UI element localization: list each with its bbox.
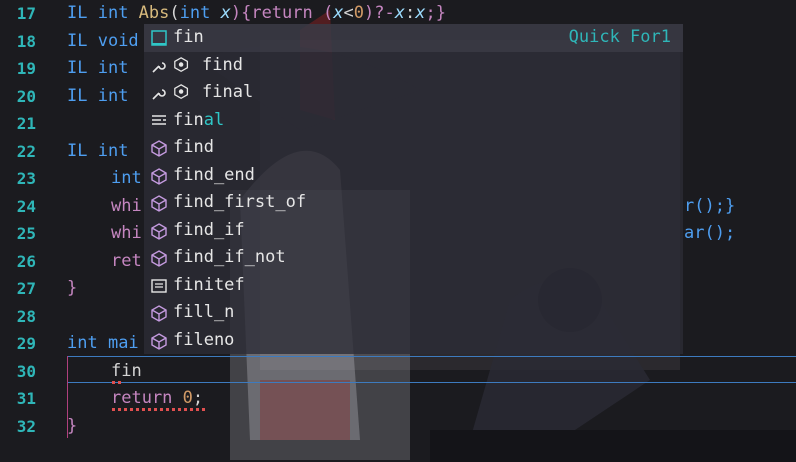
suggestion-item[interactable]: find <box>144 134 683 162</box>
code-line-32[interactable]: } <box>67 413 77 441</box>
suggestion-label: find_first_of <box>173 192 307 212</box>
code-line-26[interactable]: ret <box>111 248 142 276</box>
error-squiggle <box>112 408 208 411</box>
cube-icon <box>149 303 169 323</box>
code-line-18[interactable]: IL void <box>67 28 139 56</box>
wrench-module-icon <box>149 56 169 76</box>
suggestion-label: fileno <box>173 329 235 350</box>
suggestion-item[interactable]: final <box>144 79 683 107</box>
line-number: 24 <box>16 196 36 216</box>
suggestion-item[interactable]: fill_n <box>144 299 683 327</box>
suggestion-item[interactable]: find <box>144 52 683 80</box>
line-number: 29 <box>16 334 36 353</box>
code-line-27[interactable]: } <box>67 275 77 303</box>
suggestion-item[interactable]: find_first_of <box>144 189 683 217</box>
suggestion-item[interactable]: final <box>144 107 683 135</box>
suggestion-item[interactable]: find_if <box>144 217 683 245</box>
code-line-24-tail: r();} <box>684 195 736 216</box>
suggestion-item[interactable]: fin Quick For1 <box>144 24 683 52</box>
line-number: 28 <box>16 306 36 326</box>
suggestion-label: find <box>173 137 214 157</box>
cube-icon <box>149 193 169 213</box>
line-number: 23 <box>16 169 36 188</box>
suggestion-item[interactable]: find_if_not <box>144 244 683 272</box>
suggestion-label: find_if_not <box>173 247 286 267</box>
cube-icon <box>149 248 169 268</box>
suggestion-label: final <box>173 109 225 130</box>
error-squiggle <box>112 381 122 384</box>
suggestion-label: fill_n <box>173 302 235 322</box>
code-line-22[interactable]: IL int <box>67 138 128 166</box>
code-line-24[interactable]: whi <box>111 193 142 221</box>
cube-icon <box>149 221 169 241</box>
line-number: 25 <box>16 224 36 243</box>
code-line-29[interactable]: int mai <box>67 330 139 358</box>
line-number: 22 <box>16 141 36 161</box>
suggestion-item[interactable]: find_end <box>144 162 683 190</box>
cube-icon <box>149 138 169 158</box>
line-number: 21 <box>16 114 36 133</box>
code-line-20[interactable]: IL int <box>67 83 128 111</box>
line-number: 20 <box>16 86 36 106</box>
suggestion-label: find_if <box>173 219 245 240</box>
suggestion-label: find <box>202 54 243 75</box>
line-number: 26 <box>16 251 36 271</box>
current-line-highlight <box>67 356 796 383</box>
code-line-19[interactable]: IL int <box>67 55 128 83</box>
suggestion-label: fin <box>173 27 204 47</box>
line-number: 30 <box>16 361 36 381</box>
keyword-icon <box>149 111 169 131</box>
suggestion-item[interactable]: finitef <box>144 272 683 300</box>
line-number: 32 <box>16 416 36 436</box>
line-number: 18 <box>16 31 36 51</box>
wrench-module-icon <box>149 83 169 103</box>
suggestion-detail: Quick For1 <box>568 27 671 47</box>
suggestion-item[interactable]: fileno <box>144 327 683 355</box>
cube-icon <box>149 331 169 351</box>
line-number: 19 <box>16 59 36 78</box>
autocomplete-popup[interactable]: fin Quick For1 find final final find find_end f… <box>144 24 683 354</box>
code-line-23[interactable]: int <box>111 165 142 193</box>
suggestion-label: final <box>202 82 254 102</box>
suggestion-label: finitef <box>173 274 245 295</box>
text-icon <box>149 276 169 296</box>
code-line-25-tail: ar(); <box>684 223 736 243</box>
code-line-25[interactable]: whi <box>111 220 142 248</box>
line-number: 27 <box>16 279 36 298</box>
line-number: 17 <box>16 4 36 23</box>
cube-icon <box>149 166 169 186</box>
snippet-icon <box>149 28 169 48</box>
suggestion-label: find_end <box>173 164 255 185</box>
line-number: 31 <box>16 389 36 408</box>
